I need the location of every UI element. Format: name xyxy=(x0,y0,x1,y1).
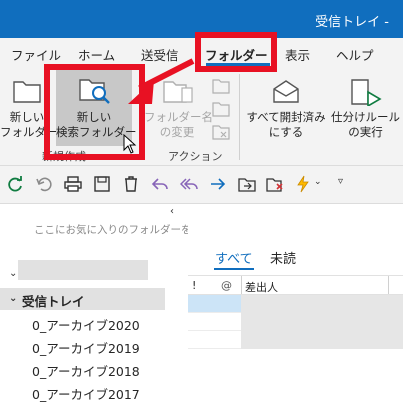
tab-help[interactable]: ヘルプ xyxy=(336,45,374,64)
print-icon[interactable] xyxy=(64,175,82,193)
mark-all-read-label-2: にする xyxy=(268,125,304,139)
message-preview-redacted xyxy=(241,295,403,349)
quick-access-toolbar: ⌄ ▿ xyxy=(0,166,403,204)
reply-icon[interactable] xyxy=(151,175,169,193)
tab-send-receive[interactable]: 送受信 xyxy=(141,45,179,64)
folder-item[interactable]: 0_アーカイブ2020 xyxy=(32,315,140,334)
folder-item[interactable]: 0_アーカイブ2019 xyxy=(32,338,140,357)
message-list: すべて 未読 ! @ 差出人 xyxy=(188,204,403,407)
move-folder-icon[interactable] xyxy=(212,101,230,117)
quick-steps-dropdown-icon[interactable]: ⌄ xyxy=(314,177,322,187)
message-row[interactable] xyxy=(188,313,241,331)
importance-column[interactable]: ! xyxy=(192,279,196,292)
tab-file[interactable]: ファイル xyxy=(11,45,61,64)
move-to-folder-icon[interactable] xyxy=(238,175,256,193)
save-icon[interactable] xyxy=(93,175,111,193)
attachment-column[interactable]: @ xyxy=(221,279,232,292)
send-receive-icon[interactable] xyxy=(6,175,24,193)
undo-icon[interactable] xyxy=(35,175,53,193)
message-row[interactable] xyxy=(188,295,241,313)
run-rules-button[interactable]: 仕分けルール の実行 xyxy=(328,74,403,146)
run-rules-label-1: 仕分けルール xyxy=(331,110,400,124)
message-row[interactable] xyxy=(188,331,241,349)
copy-folder-icon[interactable] xyxy=(212,78,230,94)
tab-unread[interactable]: 未読 xyxy=(270,248,296,267)
inbox-folder-label: 受信トレイ xyxy=(22,294,85,309)
ribbon-separator xyxy=(239,74,240,160)
group-actions-label: アクション xyxy=(168,150,223,163)
delete-icon[interactable] xyxy=(122,175,140,193)
reply-all-icon[interactable] xyxy=(180,175,198,193)
column-divider xyxy=(241,276,242,294)
junk-icon[interactable] xyxy=(266,175,284,193)
rename-folder-label-1: フォルダー名 xyxy=(144,110,213,124)
rename-folder-icon xyxy=(163,81,193,103)
from-column[interactable]: 差出人 xyxy=(245,279,278,295)
window-title: 受信トレイ - xyxy=(315,15,389,30)
collapse-pane-icon[interactable]: ‹ xyxy=(170,206,174,217)
message-column-header: ! @ 差出人 xyxy=(188,275,403,295)
folder-item[interactable]: 0_アーカイブ2018 xyxy=(32,361,140,380)
annotation-arrowhead xyxy=(128,80,154,104)
annotation-box-folder-tab xyxy=(195,32,277,72)
open-envelope-icon xyxy=(273,80,299,103)
favorites-placeholder: ここにお気に入りのフォルダーをド xyxy=(34,224,202,236)
tab-all[interactable]: すべて xyxy=(215,248,253,267)
customize-toolbar-icon[interactable]: ▿ xyxy=(338,176,343,187)
navigation-pane: ‹ ここにお気に入りのフォルダーをド ⌄ ⌄ 受信トレイ 0_アーカイブ2020… xyxy=(0,204,202,407)
account-row[interactable] xyxy=(18,260,148,280)
delete-folder-icon[interactable] xyxy=(212,124,230,140)
column-divider xyxy=(388,276,389,294)
folder-item[interactable]: 0_アーカイブ2017 xyxy=(32,384,140,403)
run-rules-label-2: の実行 xyxy=(348,125,383,139)
active-filter-indicator xyxy=(214,268,254,270)
tab-home[interactable]: ホーム xyxy=(78,45,115,64)
chevron-down-icon[interactable]: ⌄ xyxy=(9,268,17,279)
forward-icon[interactable] xyxy=(209,175,227,193)
mark-all-read-label-1: すべて開封済み xyxy=(246,110,326,124)
rename-folder-label-2: の変更 xyxy=(159,125,195,139)
quick-steps-icon[interactable] xyxy=(294,175,312,193)
run-rules-icon xyxy=(351,79,382,106)
tab-view[interactable]: 表示 xyxy=(285,45,310,64)
mark-all-read-button[interactable]: すべて開封済み にする xyxy=(244,74,328,146)
folder-icon xyxy=(13,81,41,103)
chevron-down-icon[interactable]: ⌄ xyxy=(9,293,17,304)
